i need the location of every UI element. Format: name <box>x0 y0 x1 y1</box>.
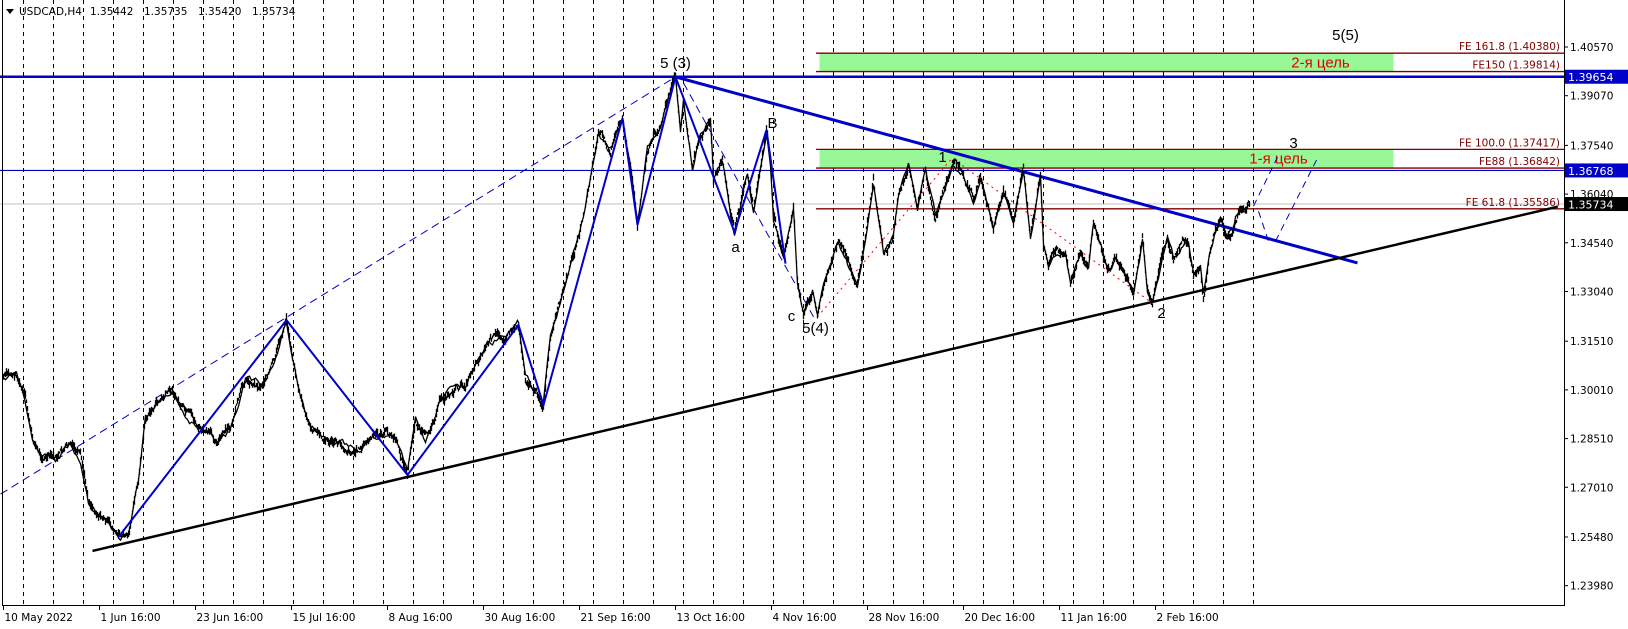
support-layer <box>92 205 1558 553</box>
symbol-timeframe: USDCAD,H4 <box>19 6 82 18</box>
red-dotted-down-line <box>957 161 1151 303</box>
time-axis-label: 13 Oct 16:00 <box>677 612 745 624</box>
time-axis-label: 11 Jan 16:00 <box>1061 612 1127 624</box>
fe-level-label: FE 61.8 (1.35586) <box>1466 197 1560 209</box>
price-axis-label: 1.31510 <box>1570 336 1613 348</box>
target-zone-label: 1-я цель <box>1249 151 1308 168</box>
vertical-grid <box>23 0 1254 605</box>
wave-label: 5 (3) <box>660 55 691 72</box>
wave-label: 1 <box>938 149 946 166</box>
time-axis-label: 1 Jun 16:00 <box>101 612 161 624</box>
time-axis-label: 23 Jun 16:00 <box>197 612 264 624</box>
wave-label: 5(5) <box>1332 27 1359 44</box>
price-axis-label: 1.30010 <box>1570 385 1613 397</box>
correction-dashed-line <box>683 82 814 318</box>
time-axis-label: 2 Feb 16:00 <box>1157 612 1219 624</box>
wave-zigzag <box>117 73 787 538</box>
fe-level-label: FE 100.0 (1.37417) <box>1459 137 1560 149</box>
time-axis[interactable]: 10 May 2022 1 Jun 16:00 23 Jun 16:00 15 Jul… <box>3 605 1219 624</box>
time-axis-label: 10 May 2022 <box>5 612 73 624</box>
time-axis-label: 28 Nov 16:00 <box>869 612 940 624</box>
fe-level-label: FE150 (1.39814) <box>1472 60 1560 72</box>
price-chart[interactable]: 2-я цель 1-я цель FE 161.8 (1.40380) FE150… <box>0 0 1628 629</box>
dropdown-triangle-icon[interactable] <box>6 9 14 14</box>
wave-label: 3 <box>1289 135 1297 152</box>
price-axis-label: 1.33040 <box>1570 286 1613 298</box>
time-axis-label: 21 Sep 16:00 <box>581 612 651 624</box>
support-trendline <box>92 205 1558 553</box>
chart-header: USDCAD,H4 1.35442 1.35735 1.35420 1.3573… <box>6 6 296 18</box>
price-axis-label: 1.28510 <box>1570 434 1613 446</box>
ohlc-low: 1.35420 <box>198 6 241 18</box>
ohlc-high: 1.35735 <box>144 6 187 18</box>
price-tag-label: 1.35734 <box>1568 199 1614 212</box>
time-axis-label: 4 Nov 16:00 <box>773 612 837 624</box>
time-axis-label: 15 Jul 16:00 <box>293 612 356 624</box>
elliott-wave-zigzag <box>117 73 787 538</box>
time-axis-label: 30 Aug 16:00 <box>485 612 556 624</box>
price-tag-label: 1.39654 <box>1568 71 1614 84</box>
price-axis-label: 1.23980 <box>1570 581 1613 593</box>
channel-dashed-line <box>0 76 676 495</box>
price-axis-label: 1.34540 <box>1570 238 1613 250</box>
price-tag-label: 1.36768 <box>1568 165 1614 178</box>
price-axis-label: 1.40570 <box>1570 42 1613 54</box>
wave-label: 2 <box>1157 305 1165 322</box>
ohlc-open: 1.35442 <box>90 6 133 18</box>
target-zones: 2-я цель 1-я цель <box>819 53 1394 169</box>
wave-label: 5(4) <box>802 320 829 337</box>
time-axis-label: 20 Dec 16:00 <box>965 612 1036 624</box>
ohlc-close: 1.35734 <box>252 6 296 18</box>
price-axis[interactable]: 1.405701.390701.375401.360401.345401.330… <box>1564 42 1613 593</box>
wave-label: c <box>788 308 796 325</box>
price-axis-label: 1.37540 <box>1570 140 1613 152</box>
wave-labels: 5 (3) a Bc 5(4) 1 2 3 5(5) <box>660 27 1359 337</box>
target-zone-label: 2-я цель <box>1291 54 1350 71</box>
price-axis-label: 1.39070 <box>1570 91 1613 103</box>
price-axis-label: 1.27010 <box>1570 482 1613 494</box>
time-axis-label: 8 Aug 16:00 <box>389 612 453 624</box>
wave-label: a <box>731 239 740 256</box>
red-dotted-up-line <box>817 159 951 318</box>
fe-level-label: FE88 (1.36842) <box>1479 156 1560 168</box>
price-axis-label: 1.25480 <box>1570 532 1613 544</box>
wave-label: B <box>767 115 777 132</box>
fe-level-label: FE 161.8 (1.40380) <box>1459 41 1560 53</box>
horizontal-levels <box>0 75 1564 205</box>
